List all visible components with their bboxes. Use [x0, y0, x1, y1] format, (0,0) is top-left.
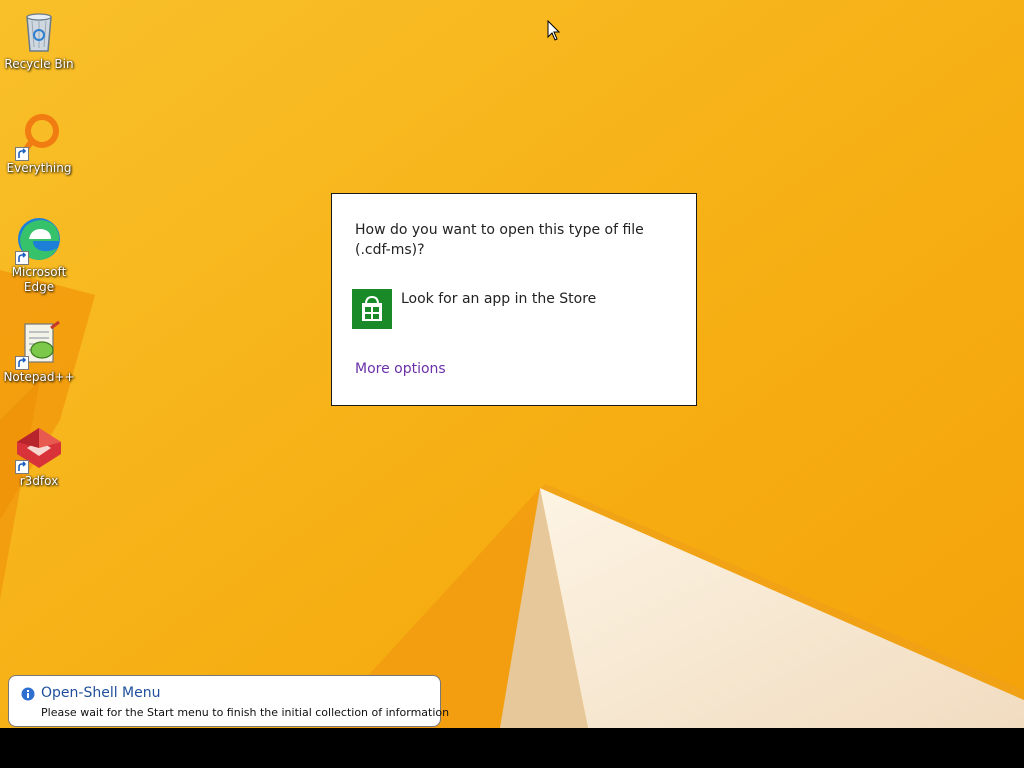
shortcut-arrow-icon [15, 147, 29, 161]
notification-message: Please wait for the Start menu to finish… [41, 706, 450, 719]
desktop[interactable]: Recycle Bin Everything Microsoft Edge No… [0, 0, 1024, 728]
open-shell-notification[interactable]: Open-Shell Menu Please wait for the Star… [8, 675, 449, 727]
desktop-icon-everything[interactable]: Everything [1, 111, 77, 176]
open-with-dialog: How do you want to open this type of fil… [331, 193, 697, 406]
desktop-icon-notepad-plus-plus[interactable]: Notepad++ [1, 320, 77, 385]
recycle-bin-icon [26, 13, 52, 52]
more-options-link[interactable]: More options [355, 361, 446, 377]
dialog-question: How do you want to open this type of fil… [355, 222, 644, 258]
store-option-label: Look for an app in the Store [401, 291, 597, 307]
notification-title: Open-Shell Menu [41, 685, 161, 701]
shortcut-arrow-icon [15, 356, 29, 370]
desktop-icon-label: Notepad++ [3, 370, 75, 384]
shortcut-arrow-icon [15, 251, 29, 265]
desktop-icon-r3dfox[interactable]: r3dfox [1, 424, 77, 489]
desktop-icon-label: r3dfox [19, 474, 59, 488]
desktop-icon-label: Recycle Bin [4, 57, 74, 71]
windows-store-icon [352, 289, 392, 329]
desktop-icon-label: Microsoft Edge [11, 265, 67, 294]
taskbar[interactable] [0, 728, 1024, 768]
desktop-icon-recycle-bin[interactable]: Recycle Bin [1, 7, 77, 72]
shortcut-arrow-icon [15, 460, 29, 474]
desktop-icon-label: Everything [6, 161, 72, 175]
desktop-icon-microsoft-edge[interactable]: Microsoft Edge [1, 215, 77, 295]
look-for-app-in-store-option[interactable]: Look for an app in the Store [352, 289, 652, 329]
mouse-cursor-icon [547, 20, 561, 41]
info-icon [21, 687, 35, 701]
